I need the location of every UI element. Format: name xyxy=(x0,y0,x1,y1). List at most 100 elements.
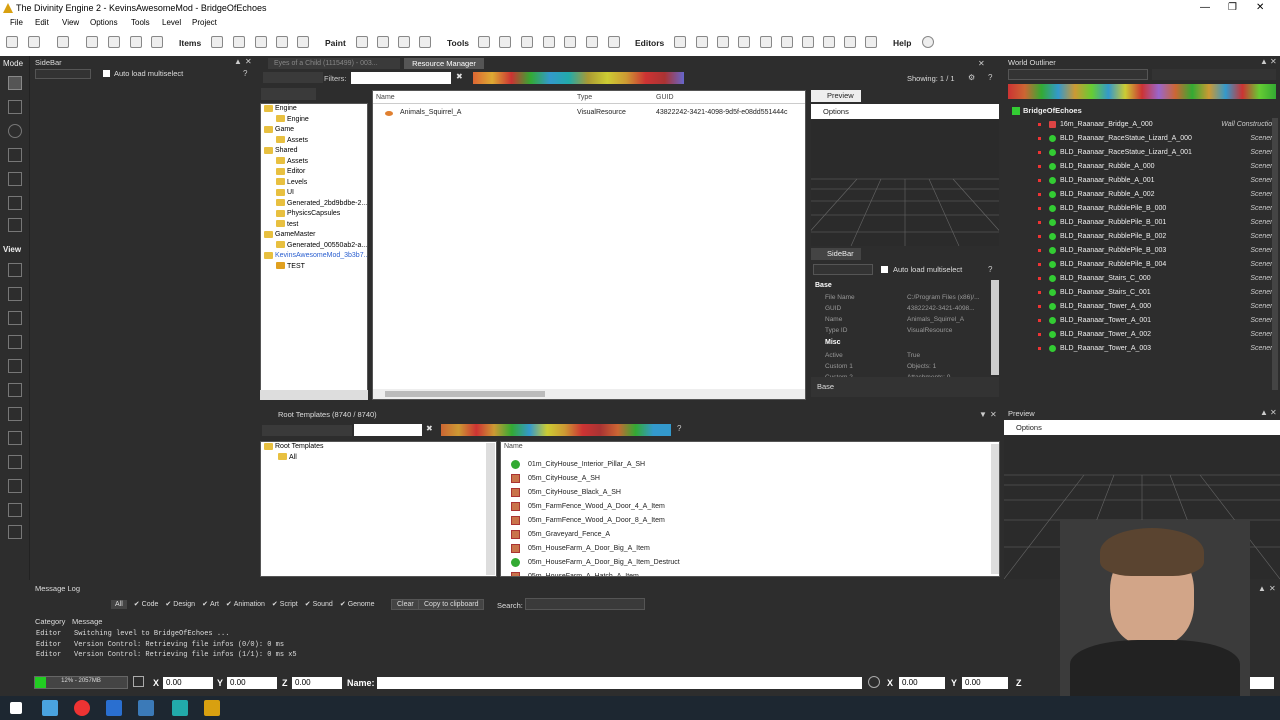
rm-toolbar-icons[interactable] xyxy=(263,72,323,83)
tree-item[interactable]: Generated_00550ab2-a... xyxy=(264,241,367,252)
outliner-search-input[interactable] xyxy=(1008,69,1148,80)
tool-7-icon[interactable] xyxy=(608,36,620,48)
outliner-item[interactable]: BLD_Raanaar_RubblePile_B_000 Scenery xyxy=(1038,202,1276,216)
outliner-item[interactable]: BLD_Raanaar_Rubble_A_000 Scenery xyxy=(1038,160,1276,174)
ml-filter-sound[interactable]: ✔ Sound xyxy=(305,600,333,608)
rt-item[interactable]: 05m_FarmFence_Wood_A_Door_8_A_Item xyxy=(511,514,991,528)
start-icon[interactable] xyxy=(10,702,22,714)
ml-close-icon[interactable]: ✕ xyxy=(1269,584,1276,593)
table-row[interactable]: Animals_Squirrel_A VisualResource 438222… xyxy=(381,108,811,120)
outliner-item[interactable]: BLD_Raanaar_RaceStatue_Lizard_A_001 Scene… xyxy=(1038,146,1276,160)
minimize-icon[interactable]: — xyxy=(1200,2,1210,13)
menu-tools[interactable]: Tools xyxy=(131,18,150,27)
visibility-dot[interactable] xyxy=(1038,276,1041,280)
ml-filter-art[interactable]: ✔ Art xyxy=(202,600,219,608)
editor-9-icon[interactable] xyxy=(844,36,856,48)
rt-item[interactable]: 05m_HouseFarm_A_Door_Big_A_Item_Destruct xyxy=(511,556,991,570)
menu-options[interactable]: Options xyxy=(90,18,118,27)
rt-toolbar-icons[interactable] xyxy=(262,425,352,436)
rt-close-icon[interactable]: ✕ xyxy=(990,410,997,419)
tool-1-icon[interactable] xyxy=(478,36,490,48)
view-1-icon[interactable] xyxy=(8,263,22,277)
outliner-item[interactable]: BLD_Raanaar_Rubble_A_001 Scenery xyxy=(1038,174,1276,188)
x-field[interactable]: 0.00 xyxy=(163,677,213,689)
tree-item[interactable]: Editor xyxy=(264,167,367,178)
visibility-dot[interactable] xyxy=(1038,248,1041,252)
visibility-dot[interactable] xyxy=(1038,318,1041,322)
col-type[interactable]: Type xyxy=(577,94,592,101)
grid-icon[interactable] xyxy=(564,36,576,48)
menu-edit[interactable]: Edit xyxy=(35,18,49,27)
visibility-dot[interactable] xyxy=(1038,304,1041,308)
grid-tool-icon[interactable] xyxy=(233,36,245,48)
camera-snap-icon[interactable] xyxy=(133,676,144,687)
tree-item[interactable]: GameMaster xyxy=(264,230,367,241)
tree-item[interactable]: KevinsAwesomeMod_3b3b7... xyxy=(264,251,367,262)
outliner-pin-icon[interactable]: ▲ xyxy=(1260,57,1268,66)
view-11-icon[interactable] xyxy=(8,503,22,517)
rm-options-icon[interactable]: ⚙ xyxy=(968,73,975,82)
outliner-list[interactable]: 16m_Raanaar_Bridge_A_000 Wall Constructio… xyxy=(1038,118,1276,356)
checkbox-checked-icon[interactable]: ✔ xyxy=(134,601,140,608)
checkbox-checked-icon[interactable]: ✔ xyxy=(272,601,278,608)
move-mode-icon[interactable] xyxy=(8,100,22,114)
rotate-mode-icon[interactable] xyxy=(8,124,22,138)
list-scrollbar[interactable] xyxy=(373,389,805,399)
tree-item[interactable]: UI xyxy=(264,188,367,199)
tool-4-icon[interactable] xyxy=(543,36,555,48)
list-icon[interactable] xyxy=(297,36,309,48)
restore-icon[interactable]: ❐ xyxy=(1228,2,1237,13)
tree-item[interactable]: Shared xyxy=(264,146,367,157)
outliner-item[interactable]: BLD_Raanaar_Tower_A_002 Scenery xyxy=(1038,328,1276,342)
pin-icon[interactable]: ▲ xyxy=(234,57,242,66)
visibility-dot[interactable] xyxy=(1038,220,1041,224)
visibility-dot[interactable] xyxy=(1038,150,1041,154)
ml-filter-code[interactable]: ✔ Code xyxy=(134,600,159,608)
outliner-item[interactable]: BLD_Raanaar_Stairs_C_000 Scenery xyxy=(1038,272,1276,286)
checkbox-checked-icon[interactable]: ✔ xyxy=(226,601,232,608)
sidebar-tools[interactable] xyxy=(35,69,91,79)
view-3-icon[interactable] xyxy=(8,311,22,325)
editor-1-icon[interactable] xyxy=(674,36,686,48)
tool-2-icon[interactable] xyxy=(499,36,511,48)
sidebar2-tools[interactable] xyxy=(813,264,873,275)
tree-item[interactable]: Engine xyxy=(264,104,367,115)
view-2-icon[interactable] xyxy=(8,287,22,301)
pattern-icon[interactable] xyxy=(255,36,267,48)
tree-item[interactable]: Assets xyxy=(264,136,367,147)
file-explorer-icon[interactable] xyxy=(42,700,58,716)
tree-item[interactable]: test xyxy=(264,220,367,231)
brush-icon[interactable] xyxy=(398,36,410,48)
rm-help-icon[interactable]: ? xyxy=(988,73,992,82)
checkbox-checked-icon[interactable]: ✔ xyxy=(165,601,171,608)
view-7-icon[interactable] xyxy=(8,407,22,421)
redo-icon[interactable] xyxy=(108,36,120,48)
tree-item[interactable]: Game xyxy=(264,125,367,136)
visibility-dot[interactable] xyxy=(1038,122,1041,126)
outliner-scrollbar[interactable] xyxy=(1272,118,1278,390)
name-field[interactable] xyxy=(377,677,862,689)
view-9-icon[interactable] xyxy=(8,455,22,469)
visibility-dot[interactable] xyxy=(1038,262,1041,266)
tool-3-icon[interactable] xyxy=(521,36,533,48)
preview2-pin-icon[interactable]: ▲ xyxy=(1260,408,1268,417)
outliner-tool-icons[interactable] xyxy=(1152,69,1276,80)
rt-col-name[interactable]: Name xyxy=(504,443,523,450)
tree-item[interactable]: Levels xyxy=(264,178,367,189)
menu-view[interactable]: View xyxy=(62,18,79,27)
rt-items[interactable]: 01m_CityHouse_Interior_Pillar_A_SH 05m_Ci… xyxy=(511,458,991,576)
clear-filter-icon[interactable]: ✖ xyxy=(456,72,463,81)
rt-item[interactable]: 05m_FarmFence_Wood_A_Door_4_A_Item xyxy=(511,500,991,514)
editor-4-icon[interactable] xyxy=(738,36,750,48)
visibility-dot[interactable] xyxy=(1038,206,1041,210)
ml-pin-icon[interactable]: ▲ xyxy=(1258,584,1266,593)
paint-icon[interactable] xyxy=(419,36,431,48)
view-4-icon[interactable] xyxy=(8,335,22,349)
checkbox-checked-icon[interactable]: ✔ xyxy=(340,601,346,608)
z-field[interactable]: 0.00 xyxy=(292,677,342,689)
base-section[interactable]: Base xyxy=(815,282,832,289)
help-question-icon[interactable]: ? xyxy=(243,69,247,78)
outliner-item[interactable]: BLD_Raanaar_Tower_A_000 Scenery xyxy=(1038,300,1276,314)
visibility-dot[interactable] xyxy=(1038,164,1041,168)
rt-item[interactable]: 05m_CityHouse_Black_A_SH xyxy=(511,486,991,500)
